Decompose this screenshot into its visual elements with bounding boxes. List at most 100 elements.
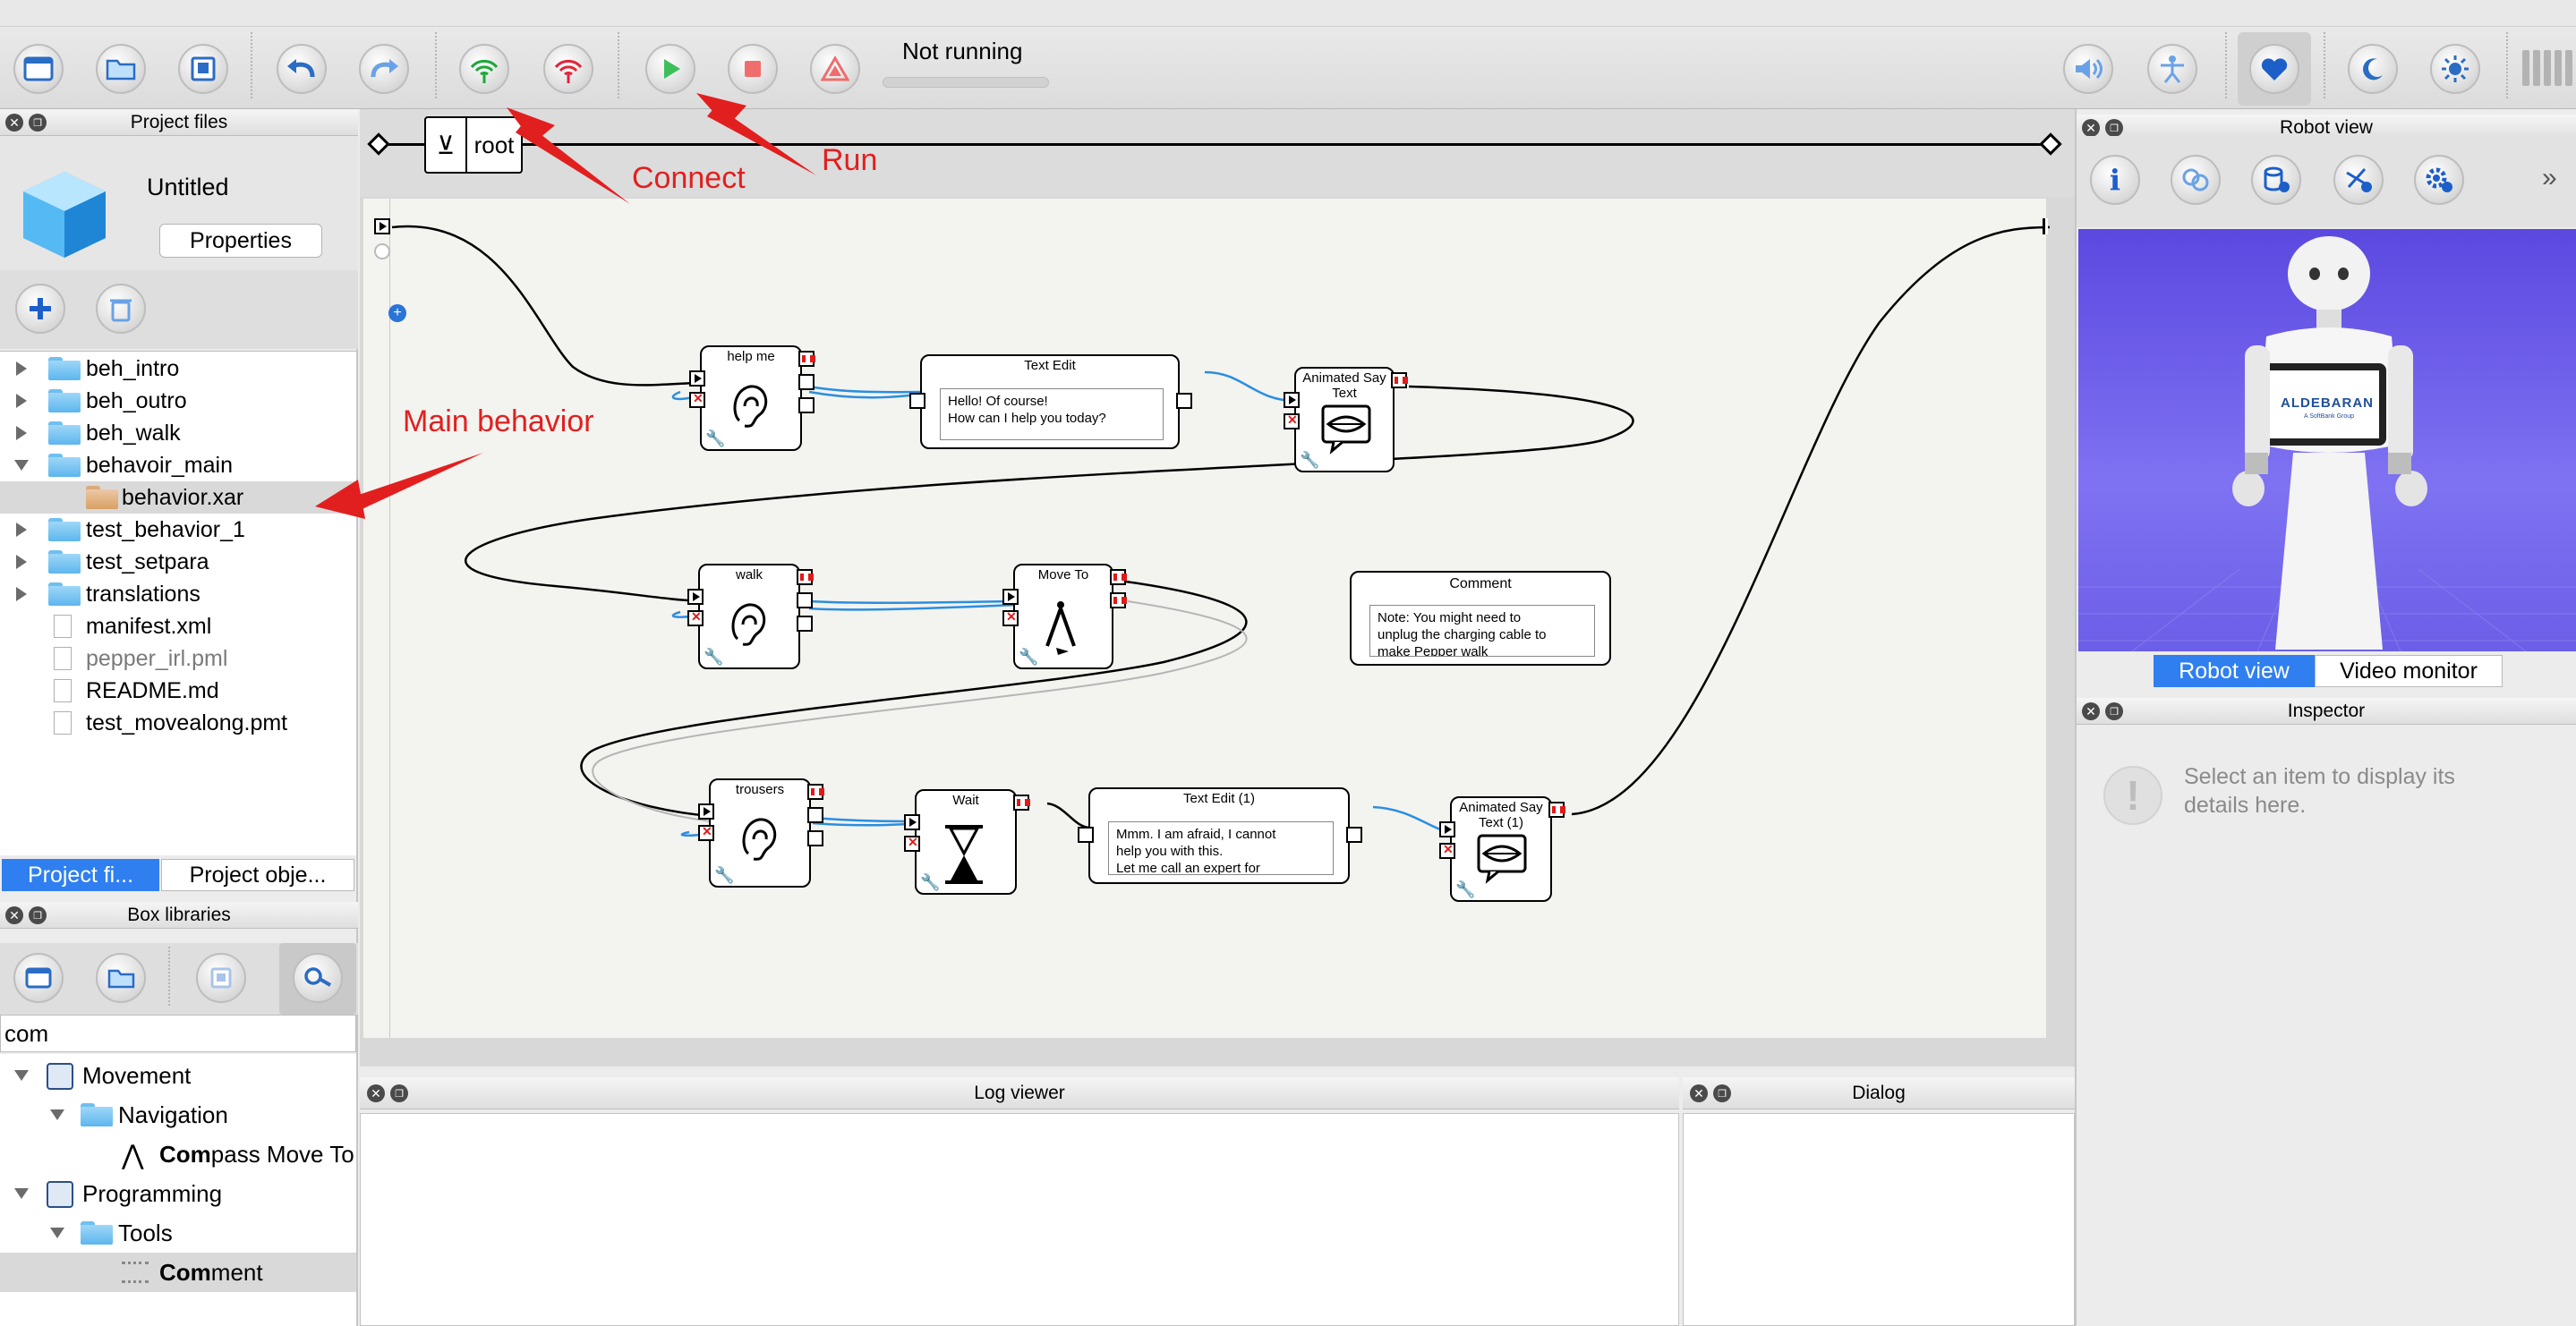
close-panel-icon[interactable]: ✕	[5, 906, 23, 924]
expand-arrow-icon[interactable]	[16, 394, 27, 408]
open-library-button[interactable]	[93, 952, 149, 1004]
wake-up-button[interactable]	[2427, 43, 2483, 95]
output-port-param[interactable]	[798, 397, 815, 413]
output-port[interactable]	[1391, 372, 1407, 388]
library-tree-item[interactable]: ⋀ Compass Move To	[0, 1135, 356, 1174]
diagram-canvas[interactable]	[363, 199, 2046, 1038]
input-port[interactable]	[1078, 827, 1094, 843]
open-project-button[interactable]	[93, 43, 149, 95]
close-panel-icon[interactable]: ✕	[2082, 119, 2100, 137]
animation-mode-button[interactable]	[2145, 43, 2200, 95]
new-library-button[interactable]	[11, 952, 66, 1004]
stop-input-port[interactable]	[689, 391, 705, 408]
more-chevron-icon[interactable]: »	[2542, 163, 2557, 193]
expand-arrow-icon[interactable]	[16, 426, 27, 440]
close-panel-icon[interactable]: ✕	[5, 114, 23, 132]
file-tree-item[interactable]: beh_outro	[0, 385, 356, 417]
stop-input-port[interactable]	[1284, 412, 1300, 429]
say-text-box[interactable]: Animated Say Text 🔧	[1294, 367, 1395, 472]
output-port-param[interactable]	[797, 616, 813, 632]
tab-robot-view[interactable]: Robot view	[2154, 655, 2315, 687]
file-tree-item[interactable]: test_movealong.pmt	[0, 707, 356, 739]
stop-button[interactable]	[725, 43, 780, 95]
expand-arrow-icon[interactable]	[16, 361, 27, 376]
close-panel-icon[interactable]: ✕	[1690, 1084, 1708, 1102]
wrench-icon[interactable]: 🔧	[704, 648, 723, 667]
sensors-button[interactable]	[2331, 154, 2386, 206]
box-text-field[interactable]: Note: You might need to unplug the charg…	[1369, 605, 1595, 657]
undo-button[interactable]	[274, 43, 329, 95]
input-port[interactable]	[698, 803, 714, 820]
behavior-output-port[interactable]	[2043, 218, 2048, 234]
collapse-arrow-icon[interactable]	[14, 1070, 29, 1081]
new-project-button[interactable]	[11, 43, 66, 95]
wrench-icon[interactable]: 🔧	[1300, 451, 1319, 470]
wait-box[interactable]: Wait 🔧	[915, 789, 1017, 895]
output-port-param[interactable]	[807, 807, 823, 823]
output-port[interactable]	[1548, 802, 1565, 818]
output-port-param[interactable]	[1346, 827, 1362, 843]
file-tree-item[interactable]: beh_intro	[0, 353, 356, 385]
stop-input-port[interactable]	[687, 609, 704, 626]
dialog-body[interactable]	[1683, 1113, 2075, 1326]
output-port[interactable]	[1110, 569, 1126, 585]
text-edit-1-box[interactable]: Text Edit (1) Mmm. I am afraid, I cannot …	[1088, 787, 1350, 884]
stop-input-port[interactable]	[1439, 842, 1455, 859]
input-port[interactable]	[689, 370, 705, 387]
close-panel-icon[interactable]: ✕	[2082, 702, 2100, 720]
input-port[interactable]	[687, 589, 704, 605]
library-tree-item[interactable]: Tools	[0, 1213, 356, 1253]
output-port[interactable]	[1110, 592, 1126, 608]
float-panel-icon[interactable]: ❐	[1713, 1084, 1731, 1102]
box-library-search-input[interactable]	[0, 1015, 356, 1052]
library-tree-item[interactable]: Comment	[0, 1253, 356, 1292]
library-tree-item[interactable]: Navigation	[0, 1095, 356, 1135]
expand-arrow-icon[interactable]	[16, 523, 27, 537]
add-file-button[interactable]	[13, 283, 68, 335]
float-panel-icon[interactable]: ❐	[29, 906, 47, 924]
file-tree-item[interactable]: beh_walk	[0, 417, 356, 449]
volume-button[interactable]	[2060, 43, 2116, 95]
trousers-box[interactable]: trousers 🔧	[709, 778, 811, 888]
output-port[interactable]	[798, 351, 815, 367]
file-tree-item[interactable]: README.md	[0, 675, 356, 707]
move-to-box[interactable]: Move To 🔧	[1013, 564, 1113, 669]
input-port[interactable]	[1284, 392, 1300, 408]
output-port-param[interactable]	[798, 374, 815, 390]
output-port-param[interactable]	[807, 830, 823, 846]
add-input-icon[interactable]: +	[388, 304, 406, 322]
properties-button[interactable]: Properties	[159, 224, 322, 258]
log-viewer-body[interactable]	[360, 1113, 1679, 1326]
rest-button[interactable]	[2345, 43, 2401, 95]
stop-input-port[interactable]	[698, 824, 714, 841]
close-panel-icon[interactable]: ✕	[367, 1084, 385, 1102]
collapse-arrow-icon[interactable]	[14, 1188, 29, 1199]
walk-box[interactable]: walk 🔧	[698, 564, 800, 669]
stop-input-port[interactable]	[904, 835, 920, 852]
float-panel-icon[interactable]: ❐	[390, 1084, 408, 1102]
info-button[interactable]: i	[2087, 154, 2143, 206]
wrench-icon[interactable]: 🔧	[1455, 880, 1475, 899]
tab-project-files[interactable]: Project fi...	[2, 859, 159, 891]
box-text-field[interactable]: Hello! Of course! How can I help you tod…	[940, 388, 1164, 440]
connect-button[interactable]	[456, 43, 512, 95]
file-tree-item[interactable]: test_setpara	[0, 546, 356, 578]
file-tree-item[interactable]: manifest.xml	[0, 610, 356, 642]
wrench-icon[interactable]: 🔧	[920, 873, 940, 892]
disconnect-button[interactable]	[541, 43, 596, 95]
save-library-button[interactable]	[193, 952, 249, 1004]
behavior-input-port-2[interactable]	[374, 243, 390, 259]
text-edit-box[interactable]: Text Edit Hello! Of course! How can I hel…	[920, 354, 1180, 449]
float-panel-icon[interactable]: ❐	[29, 114, 47, 132]
wrench-icon[interactable]: 🔧	[1019, 648, 1038, 667]
collapse-arrow-icon[interactable]	[50, 1228, 64, 1238]
behavior-input-port[interactable]	[374, 218, 390, 234]
input-port[interactable]	[1002, 589, 1019, 605]
output-port[interactable]	[807, 784, 823, 800]
library-tree-item[interactable]: Movement	[0, 1056, 356, 1095]
box-text-field[interactable]: Mmm. I am afraid, I cannot help you with…	[1108, 821, 1334, 875]
expand-arrow-icon[interactable]	[16, 555, 27, 569]
breadcrumb-root[interactable]: ⊻ root	[424, 116, 523, 174]
file-tree-item[interactable]: translations	[0, 578, 356, 610]
wrench-icon[interactable]: 🔧	[714, 866, 734, 885]
